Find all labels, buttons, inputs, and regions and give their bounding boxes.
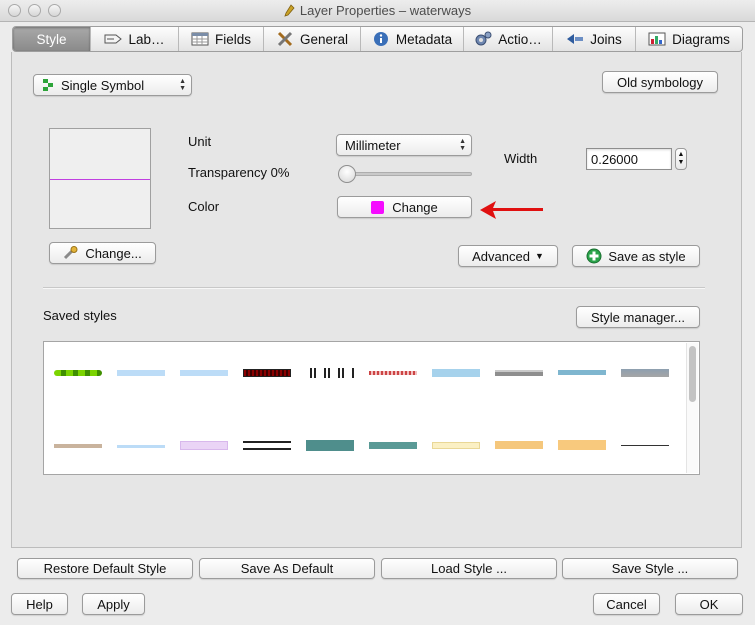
style-swatch[interactable] bbox=[495, 441, 543, 449]
style-swatch[interactable] bbox=[306, 368, 354, 378]
joins-icon bbox=[567, 34, 584, 44]
labels-icon bbox=[104, 34, 123, 44]
tab-joins[interactable]: Joins bbox=[553, 27, 636, 51]
gears-icon bbox=[475, 31, 492, 46]
plus-icon bbox=[586, 248, 602, 264]
table-icon bbox=[191, 32, 209, 46]
cancel-button[interactable]: Cancel bbox=[593, 593, 660, 615]
style-swatch[interactable] bbox=[54, 370, 102, 376]
color-swatch bbox=[371, 200, 385, 214]
style-swatch[interactable] bbox=[558, 440, 606, 450]
select-arrows-icon: ▲ ▼ bbox=[459, 138, 466, 152]
transparency-slider-handle[interactable] bbox=[338, 165, 356, 183]
title-bar: Layer Properties – waterways bbox=[0, 0, 755, 22]
color-change-button[interactable]: Change bbox=[337, 196, 472, 218]
tab-diagrams[interactable]: Diagrams bbox=[636, 27, 742, 51]
wrench-icon bbox=[64, 246, 78, 260]
single-symbol-icon bbox=[43, 79, 53, 91]
style-swatch[interactable] bbox=[117, 445, 165, 448]
style-swatch[interactable] bbox=[495, 370, 543, 376]
tab-style[interactable]: Style bbox=[13, 27, 91, 51]
unit-select[interactable]: Millimeter ▲ ▼ bbox=[336, 134, 472, 156]
renderer-select[interactable]: Single Symbol ▲ ▼ bbox=[33, 74, 192, 96]
style-swatch[interactable] bbox=[621, 445, 669, 446]
symbol-preview bbox=[49, 128, 151, 229]
transparency-label: Transparency 0% bbox=[188, 165, 290, 180]
width-input[interactable]: 0.26000 bbox=[586, 148, 672, 170]
tab-bar: Style Lab… Fields General Metadata Actio… bbox=[12, 26, 743, 52]
width-stepper[interactable]: ▲ ▼ bbox=[675, 148, 687, 170]
style-swatch[interactable] bbox=[243, 441, 291, 450]
info-icon bbox=[373, 32, 388, 46]
save-as-default-button[interactable]: Save As Default bbox=[199, 558, 375, 579]
load-style-button[interactable]: Load Style ... bbox=[381, 558, 557, 579]
saved-styles-label: Saved styles bbox=[43, 308, 117, 323]
style-swatch[interactable] bbox=[180, 441, 228, 450]
old-symbology-button[interactable]: Old symbology bbox=[602, 71, 718, 93]
width-label: Width bbox=[504, 151, 538, 166]
style-swatch[interactable] bbox=[369, 371, 417, 375]
red-arrow-annotation bbox=[480, 201, 543, 219]
pencil-icon bbox=[284, 4, 295, 17]
save-as-style-button[interactable]: Save as style bbox=[572, 245, 700, 267]
help-button[interactable]: Help bbox=[11, 593, 68, 615]
window-title: Layer Properties – waterways bbox=[299, 3, 472, 18]
select-arrows-icon: ▲ ▼ bbox=[179, 78, 186, 92]
advanced-button[interactable]: Advanced ▼ bbox=[458, 245, 558, 267]
tab-fields[interactable]: Fields bbox=[179, 27, 264, 51]
style-swatch[interactable] bbox=[54, 444, 102, 448]
transparency-slider-track[interactable] bbox=[338, 172, 472, 176]
tab-style-label: Style bbox=[36, 31, 67, 47]
restore-default-style-button[interactable]: Restore Default Style bbox=[17, 558, 193, 579]
color-label: Color bbox=[188, 199, 220, 214]
save-style-button[interactable]: Save Style ... bbox=[562, 558, 738, 579]
style-swatch[interactable] bbox=[117, 370, 165, 376]
section-divider bbox=[43, 287, 705, 289]
styles-scrollbar[interactable] bbox=[686, 343, 698, 473]
preview-line bbox=[50, 179, 150, 180]
style-manager-button[interactable]: Style manager... bbox=[576, 306, 700, 328]
tab-labels[interactable]: Lab… bbox=[91, 27, 179, 51]
style-swatch[interactable] bbox=[306, 440, 354, 451]
tab-general[interactable]: General bbox=[264, 27, 361, 51]
style-swatch[interactable] bbox=[180, 370, 228, 376]
tools-icon bbox=[277, 31, 293, 47]
style-swatch[interactable] bbox=[621, 369, 669, 377]
ok-button[interactable]: OK bbox=[675, 593, 743, 615]
style-swatch[interactable] bbox=[243, 369, 291, 377]
unit-label: Unit bbox=[188, 134, 212, 149]
saved-styles-list[interactable] bbox=[43, 341, 700, 475]
style-swatch[interactable] bbox=[558, 370, 606, 375]
tab-actions[interactable]: Actio… bbox=[464, 27, 553, 51]
tab-metadata[interactable]: Metadata bbox=[361, 27, 464, 51]
style-swatch[interactable] bbox=[369, 442, 417, 449]
up-arrow-icon[interactable]: ▲ bbox=[678, 151, 685, 159]
style-swatch[interactable] bbox=[432, 442, 480, 449]
change-symbol-button[interactable]: Change... bbox=[49, 242, 156, 264]
dropdown-arrow-icon: ▼ bbox=[534, 251, 544, 261]
diagram-icon bbox=[648, 32, 666, 46]
apply-button[interactable]: Apply bbox=[82, 593, 145, 615]
style-swatch[interactable] bbox=[432, 369, 480, 377]
scrollbar-thumb[interactable] bbox=[689, 346, 696, 402]
down-arrow-icon[interactable]: ▼ bbox=[678, 159, 685, 167]
